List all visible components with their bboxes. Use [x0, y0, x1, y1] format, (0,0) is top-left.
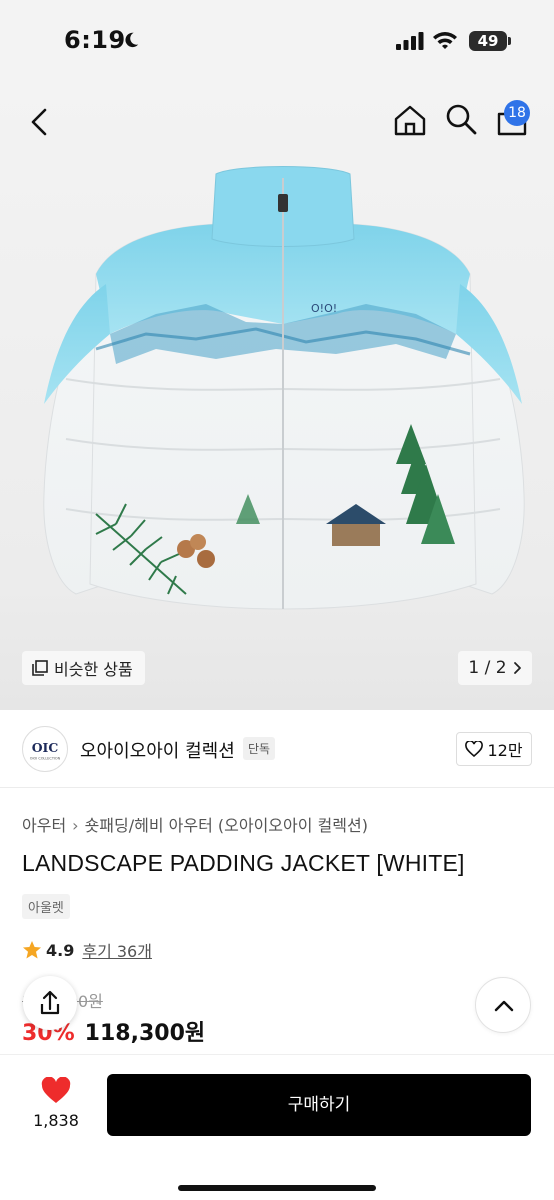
rating-row: 4.9 후기 36개 [22, 938, 152, 962]
pager-text: 1 / 2 [468, 658, 507, 678]
brand-like-button[interactable]: 12만 [456, 732, 532, 766]
bottom-action-bar: 1,838 구매하기 [0, 1054, 554, 1200]
battery-icon: 49 [469, 31, 507, 51]
reviews-link[interactable]: 후기 36개 [82, 938, 152, 962]
breadcrumb-item[interactable]: 숏패딩/헤비 아우터 (오아이오아이 컬렉션) [85, 816, 368, 835]
sale-price: 118,300원 [84, 1021, 206, 1046]
signal-icon [396, 32, 424, 50]
home-indicator [178, 1185, 376, 1191]
wishlist-button[interactable]: 1,838 [22, 1075, 90, 1135]
search-icon[interactable] [444, 102, 478, 136]
home-icon[interactable] [392, 102, 428, 138]
gallery-pager[interactable]: 1 / 2 [458, 651, 532, 685]
breadcrumb-item[interactable]: 아우터 [22, 816, 66, 835]
star-icon [23, 941, 41, 959]
status-time: 6:19 [64, 26, 126, 54]
exclusive-badge: 단독 [243, 737, 276, 760]
battery-tip [508, 37, 511, 45]
wifi-icon [433, 32, 457, 49]
brand-row: OIC OIOI COLLECTION 오아이오아이 컬렉션 단독 12만 [0, 710, 554, 788]
share-icon [40, 990, 60, 1015]
chevron-right-icon: › [72, 816, 79, 835]
chevron-right-icon [513, 662, 521, 674]
breadcrumb: 아우터 › 숏패딩/헤비 아우터 (오아이오아이 컬렉션) [22, 812, 368, 836]
buy-button[interactable]: 구매하기 [107, 1074, 531, 1136]
chevron-up-icon [494, 1000, 514, 1012]
product-image: O!O! [43, 166, 525, 610]
heart-outline-icon [465, 741, 484, 757]
moon-icon [125, 32, 139, 48]
brand-name[interactable]: 오아이오아이 컬렉션 [80, 737, 235, 763]
svg-text:OIC: OIC [32, 740, 59, 755]
similar-products-label: 비슷한 상품 [54, 660, 133, 679]
rating-score: 4.9 [46, 940, 75, 960]
svg-text:O!O!: O!O! [311, 302, 337, 315]
outlet-badge: 아울렛 [22, 894, 70, 919]
brand-logo[interactable]: OIC OIOI COLLECTION [22, 726, 68, 772]
heart-filled-icon [41, 1077, 71, 1103]
wishlist-count: 1,838 [33, 1111, 79, 1130]
cart-count-badge: 18 [504, 100, 530, 126]
back-icon[interactable] [22, 104, 58, 140]
product-title: LANDSCAPE PADDING JACKET [WHITE] [22, 850, 465, 876]
share-button[interactable] [23, 976, 77, 1030]
brand-like-count: 12만 [487, 741, 523, 760]
status-bar: 6:19 49 [0, 0, 554, 84]
similar-icon [32, 660, 48, 676]
scroll-to-top-button[interactable] [475, 977, 531, 1033]
svg-text:OIOI COLLECTION: OIOI COLLECTION [30, 757, 61, 761]
product-gallery[interactable]: O!O! 비슷한 상품 1 / 2 [0, 84, 554, 710]
similar-products-button[interactable]: 비슷한 상품 [22, 651, 145, 685]
